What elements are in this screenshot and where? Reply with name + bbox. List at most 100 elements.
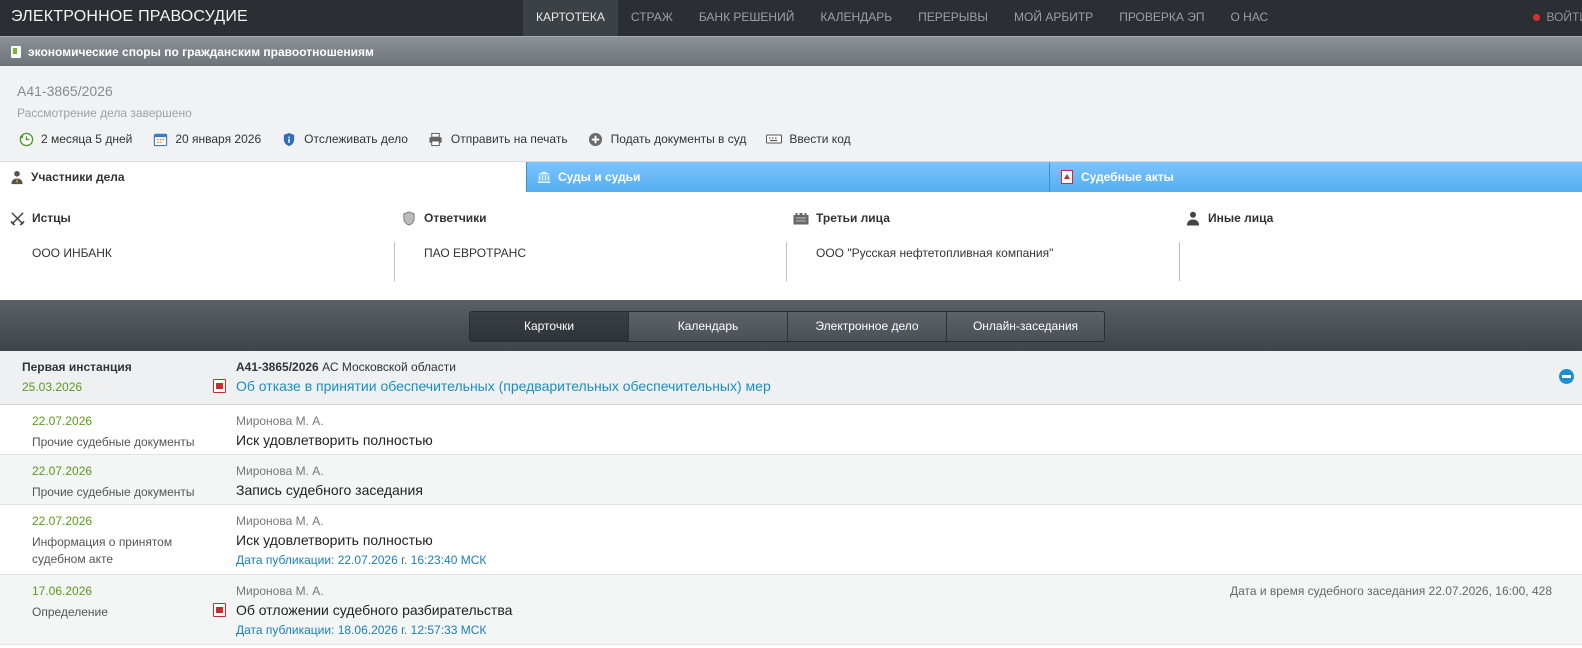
- document-date: 22.07.2026: [32, 464, 93, 478]
- other-parties-column: Иные лица: [1179, 192, 1571, 300]
- submit-documents-button[interactable]: Подать документы в суд: [588, 131, 747, 147]
- calendar-icon: [152, 131, 168, 147]
- pdf-icon[interactable]: [213, 379, 226, 393]
- document-row: 22.07.2026 Прочие судебные документы Мир…: [0, 455, 1582, 505]
- plaintiffs-column: Истцы ООО ИНБАНК: [0, 192, 392, 300]
- instance-header: Первая инстанция 25.03.2026 А41-3865/202…: [0, 351, 1582, 405]
- instance-case-number: А41-3865/2026: [236, 360, 319, 374]
- printer-icon: [428, 131, 444, 147]
- document-type: Определение: [32, 605, 108, 619]
- nav-item-calendar[interactable]: КАЛЕНДАРЬ: [807, 0, 905, 36]
- instance-date: 25.03.2026: [22, 380, 83, 394]
- case-date: 20 января 2026: [152, 131, 261, 147]
- case-actions: 2 месяца 5 дней 20 января 2026 Отслежива…: [18, 131, 871, 147]
- third-parties-column: Третьи лица ООО "Русская нефтетопливная …: [786, 192, 1178, 300]
- category-strip: экономические споры по гражданским право…: [0, 36, 1582, 66]
- print-button[interactable]: Отправить на печать: [428, 131, 568, 147]
- third-party-name[interactable]: ООО "Русская нефтетопливная компания": [816, 246, 1053, 260]
- view-switcher-bar: Карточки Календарь Электронное дело Онла…: [0, 300, 1582, 351]
- document-type: Прочие судебные документы: [32, 485, 195, 499]
- document-type: Информация о принятом судебном акте: [32, 535, 173, 566]
- nav-item-about[interactable]: О НАС: [1217, 0, 1281, 36]
- publication-date: Дата публикации: 18.06.2026 г. 12:57:33 …: [236, 623, 487, 637]
- status-dot-icon: [1533, 14, 1541, 22]
- tab-courts[interactable]: Суды и судьи: [526, 162, 1049, 192]
- courthouse-icon: [537, 170, 551, 184]
- collapse-minus-icon[interactable]: [1559, 369, 1574, 384]
- pdf-icon: [1060, 170, 1074, 184]
- person-tie-icon: [10, 170, 24, 184]
- subtab-online-hearings[interactable]: Онлайн-заседания: [947, 312, 1104, 341]
- defendant-name[interactable]: ПАО ЕВРОТРАНС: [424, 246, 526, 260]
- case-header: А41-3865/2026 Рассмотрение дела завершен…: [0, 66, 1582, 162]
- nav-item-pereryvy[interactable]: ПЕРЕРЫВЫ: [905, 0, 1001, 36]
- document-date: 22.07.2026: [32, 514, 93, 528]
- plus-circle-icon: [588, 131, 604, 147]
- document-judge: Миронова М. А.: [236, 464, 324, 478]
- subtab-electronic-case[interactable]: Электронное дело: [788, 312, 947, 341]
- document-title[interactable]: Иск удовлетворить полностью: [236, 532, 433, 548]
- track-case-button[interactable]: Отслеживать дело: [281, 131, 408, 147]
- duration-label: 2 месяца 5 дней: [41, 132, 133, 146]
- document-date: 22.07.2026: [32, 414, 93, 428]
- case-date-label: 20 января 2026: [175, 132, 262, 146]
- documents-list: Первая инстанция 25.03.2026 А41-3865/202…: [0, 351, 1582, 645]
- document-judge: Миронова М. А.: [236, 584, 324, 598]
- instance-case: А41-3865/2026 АС Московской области: [236, 360, 456, 374]
- publication-date: Дата публикации: 22.07.2026 г. 16:23:40 …: [236, 553, 487, 567]
- tab-participants-label: Участники дела: [31, 170, 125, 184]
- nav-item-bank-resheniy[interactable]: БАНК РЕШЕНИЙ: [686, 0, 808, 36]
- other-parties-label: Иные лица: [1208, 211, 1274, 225]
- shield-outline-icon: [401, 210, 417, 226]
- document-title[interactable]: Об отложении судебного разбирательства: [236, 602, 512, 618]
- document-row: 22.07.2026 Информация о принятом судебно…: [0, 505, 1582, 575]
- keyboard-icon: [766, 131, 783, 147]
- category-label: экономические споры по гражданским право…: [28, 45, 374, 59]
- document-date: 17.06.2026: [32, 584, 93, 598]
- plaintiff-name[interactable]: ООО ИНБАНК: [32, 246, 112, 260]
- instance-document-link[interactable]: Об отказе в принятии обеспечительных (пр…: [236, 378, 771, 394]
- main-nav: КАРТОТЕКА СТРАЖ БАНК РЕШЕНИЙ КАЛЕНДАРЬ П…: [523, 0, 1281, 36]
- track-case-label: Отслеживать дело: [304, 132, 408, 146]
- document-type: Прочие судебные документы: [32, 435, 195, 449]
- case-status: Рассмотрение дела завершено: [17, 106, 192, 120]
- enter-code-button[interactable]: Ввести код: [766, 131, 851, 147]
- tab-participants[interactable]: Участники дела: [0, 162, 526, 192]
- instance-label: Первая инстанция: [22, 360, 132, 374]
- tab-courts-label: Суды и судьи: [558, 170, 641, 184]
- submit-documents-label: Подать документы в суд: [610, 132, 747, 146]
- crossed-swords-icon: [9, 210, 25, 226]
- nav-item-strazh[interactable]: СТРАЖ: [618, 0, 686, 36]
- login-link[interactable]: ВОЙТИ: [1533, 0, 1582, 36]
- column-divider: [394, 242, 395, 281]
- tab-acts-label: Судебные акты: [1081, 170, 1174, 184]
- duration-indicator: 2 месяца 5 дней: [18, 131, 132, 147]
- nav-item-kartoteka[interactable]: КАРТОТЕКА: [523, 0, 618, 36]
- tab-acts[interactable]: Судебные акты: [1049, 162, 1582, 192]
- third-parties-label: Третьи лица: [816, 211, 890, 225]
- login-label: ВОЙТИ: [1546, 10, 1582, 24]
- defendants-heading: Ответчики: [401, 210, 487, 226]
- participants-panel: Истцы ООО ИНБАНК Ответчики ПАО ЕВРОТРАНС…: [0, 192, 1582, 300]
- third-parties-heading: Третьи лица: [793, 210, 890, 226]
- column-divider: [786, 242, 787, 281]
- subtab-calendar[interactable]: Календарь: [629, 312, 788, 341]
- brand-title[interactable]: ЭЛЕКТРОННОЕ ПРАВОСУДИЕ: [11, 8, 248, 26]
- other-parties-heading: Иные лица: [1185, 210, 1273, 226]
- subtab-cards[interactable]: Карточки: [470, 312, 629, 341]
- clock-back-icon: [18, 131, 34, 147]
- document-title[interactable]: Запись судебного заседания: [236, 482, 423, 498]
- nav-item-moy-arbitr[interactable]: МОЙ АРБИТР: [1001, 0, 1106, 36]
- fortress-wall-icon: [793, 210, 809, 226]
- case-number: А41-3865/2026: [17, 83, 113, 99]
- pdf-icon[interactable]: [213, 603, 226, 617]
- nav-item-proverka-ep[interactable]: ПРОВЕРКА ЭП: [1106, 0, 1217, 36]
- document-judge: Миронова М. А.: [236, 514, 324, 528]
- document-judge: Миронова М. А.: [236, 414, 324, 428]
- app-root: ЭЛЕКТРОННОЕ ПРАВОСУДИЕ КАРТОТЕКА СТРАЖ Б…: [0, 0, 1582, 648]
- plaintiffs-heading: Истцы: [9, 210, 71, 226]
- document-title[interactable]: Иск удовлетворить полностью: [236, 432, 433, 448]
- document-icon: [11, 46, 21, 58]
- case-tabs: Участники дела Суды и судьи Судебные акт…: [0, 162, 1582, 192]
- hearing-note: Дата и время судебного заседания 22.07.2…: [1229, 584, 1552, 598]
